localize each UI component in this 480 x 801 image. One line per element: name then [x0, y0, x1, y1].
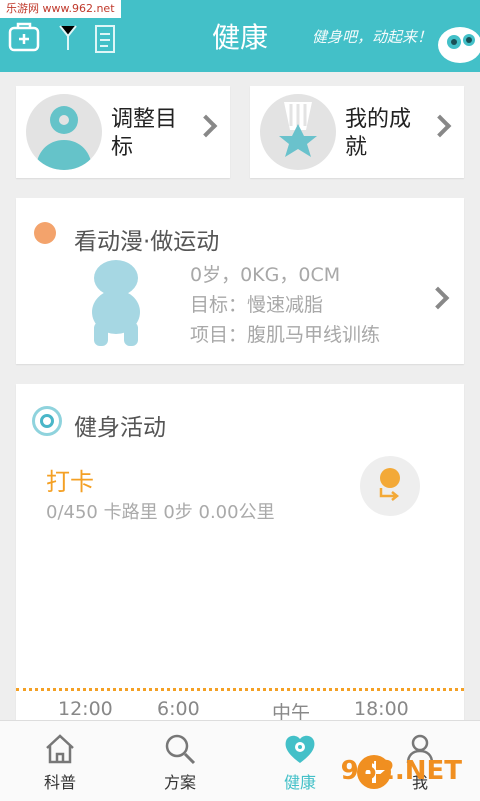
- achievement-card[interactable]: 我的成就: [250, 86, 464, 178]
- activity-timeline: [16, 688, 464, 691]
- activity-stats: 0/450 卡路里 0步 0.00公里: [46, 502, 275, 523]
- tab-plan-label: 方案: [163, 773, 196, 792]
- site-logo-text: 962.NET: [340, 756, 462, 786]
- fitness-title: 健身活动: [74, 415, 166, 441]
- heart-icon: [285, 735, 315, 763]
- chevron-right-icon: [426, 286, 450, 310]
- adjust-goal-label: 调整目标: [111, 107, 178, 160]
- arrow-right-icon: [379, 488, 400, 501]
- activity-dot: [380, 468, 400, 488]
- medal-star-icon: [279, 102, 317, 157]
- checkin-link[interactable]: 打卡: [46, 462, 94, 497]
- fitness-activity-card[interactable]: 健身活动 打卡 0/450 卡路里 0步 0.00公里: [16, 384, 464, 720]
- timeline-label-2: 6:00: [157, 698, 200, 720]
- tab-plan[interactable]: 方案: [120, 721, 240, 801]
- timeline-label-1: 12:00: [58, 698, 113, 720]
- orange-dumbbell-icon: [34, 222, 56, 244]
- anime-exercise-card[interactable]: 看动漫·做运动 0岁，0KG，0CM 目标：慢速减脂 项目：腹肌马甲线训练: [16, 198, 464, 364]
- mascot-icon: [438, 27, 480, 63]
- baby-figure-icon: [92, 260, 140, 346]
- anime-title: 看动漫·做运动: [74, 229, 220, 255]
- goal-avatar: [26, 94, 102, 170]
- anime-info: 0岁，0KG，0CM 目标：慢速减脂 项目：腹肌马甲线训练: [190, 260, 380, 350]
- tab-science-label: 科普: [43, 773, 76, 792]
- anime-profile-text: 0岁，0KG，0CM: [190, 264, 341, 286]
- achievement-label: 我的成就: [345, 107, 412, 160]
- anime-project-text: 项目：腹肌马甲线训练: [190, 324, 381, 346]
- site-watermark: 乐游网 www.962.net: [0, 0, 121, 18]
- tab-science[interactable]: 科普: [0, 721, 120, 801]
- target-rings-icon: [32, 406, 62, 436]
- app-header: 乐游网 www.962.net 健康 健身吧，动起来！: [0, 0, 480, 72]
- chevron-right-icon: [194, 114, 218, 138]
- site-logo-watermark: 962.NET: [341, 748, 472, 796]
- chevron-right-icon: [428, 114, 452, 138]
- adjust-goal-card[interactable]: 调整目标: [16, 86, 230, 178]
- activity-badge-icon[interactable]: [360, 456, 420, 516]
- search-magnifier-icon: [165, 734, 196, 765]
- house-icon: [46, 734, 74, 764]
- achievement-avatar: [260, 94, 336, 170]
- timeline-label-4: 18:00: [354, 698, 409, 720]
- header-slogan: 健身吧，动起来！: [311, 28, 432, 46]
- anime-goal-text: 目标：慢速减脂: [190, 294, 324, 316]
- person-icon: [36, 106, 92, 170]
